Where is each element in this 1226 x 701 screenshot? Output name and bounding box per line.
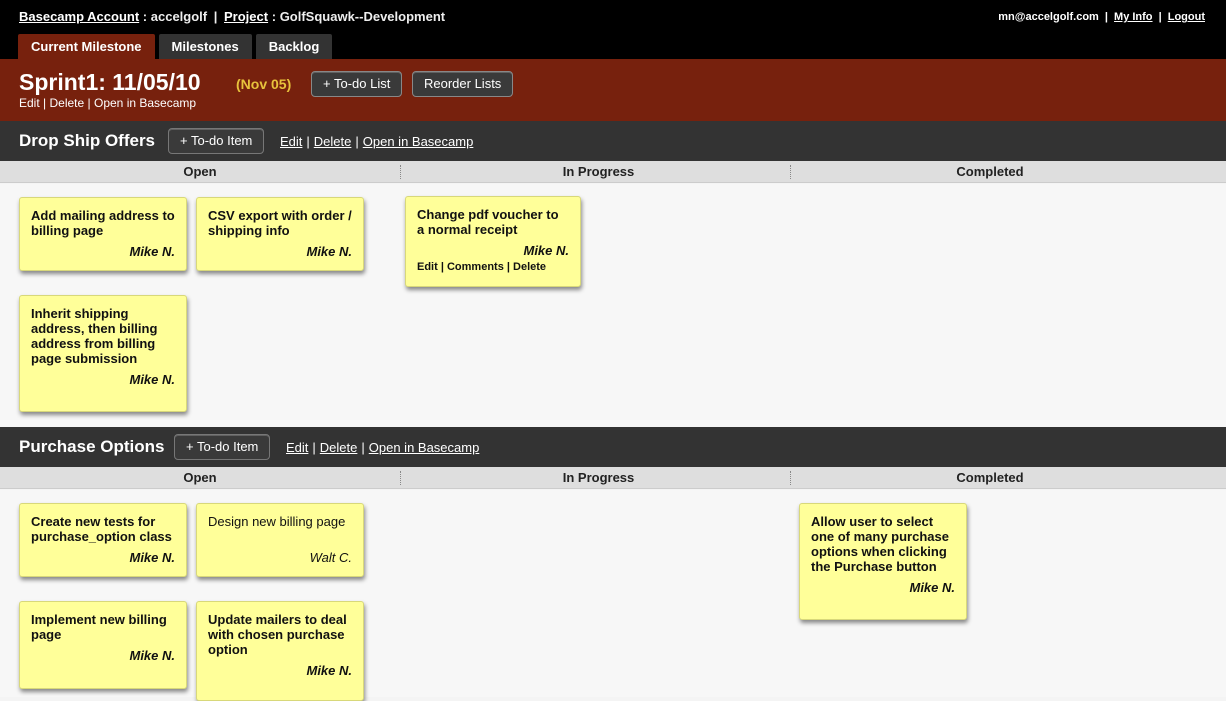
- separator: |: [312, 440, 316, 455]
- card-text: Update mailers to deal with chosen purch…: [208, 612, 347, 657]
- card-text: Design new billing page: [208, 514, 346, 529]
- card-edit-link[interactable]: Edit: [417, 261, 438, 273]
- todo-card[interactable]: Inherit shipping address, then billing a…: [19, 295, 187, 412]
- column-completed: Completed: [956, 470, 1024, 485]
- add-todo-item-button[interactable]: + To-do Item: [174, 434, 271, 460]
- card-text: CSV export with order / shipping info: [208, 208, 352, 238]
- card-owner: Mike N.: [129, 372, 175, 387]
- column-open: Open: [183, 164, 217, 179]
- card-delete-link[interactable]: Delete: [513, 261, 546, 273]
- card-owner: Mike N.: [306, 244, 352, 259]
- todo-card[interactable]: Add mailing address to billing page Mike…: [19, 197, 187, 271]
- separator: |: [213, 9, 218, 24]
- milestone-open-basecamp-link[interactable]: Open in Basecamp: [94, 96, 196, 110]
- project-link[interactable]: Project: [224, 9, 268, 24]
- card-owner: Mike N.: [523, 243, 569, 258]
- tab-current-milestone[interactable]: Current Milestone: [18, 34, 155, 59]
- separator: |: [1104, 11, 1108, 23]
- account-breadcrumb: Basecamp Account : accelgolf | Project :…: [19, 9, 445, 24]
- colon: :: [142, 9, 148, 24]
- separator: |: [506, 261, 510, 273]
- separator: |: [87, 96, 91, 110]
- column-open: Open: [183, 470, 217, 485]
- todo-list-actions: Edit | Delete | Open in Basecamp: [280, 134, 473, 149]
- reorder-lists-button[interactable]: Reorder Lists: [412, 71, 514, 97]
- todo-list-actions: Edit | Delete | Open in Basecamp: [286, 440, 479, 455]
- card-owner: Mike N.: [129, 244, 175, 259]
- column-headers: Open In Progress Completed: [0, 161, 1226, 183]
- list-delete-link[interactable]: Delete: [320, 440, 358, 455]
- column-completed: Completed: [956, 164, 1024, 179]
- top-bar: Basecamp Account : accelgolf | Project :…: [0, 0, 1226, 59]
- colon: :: [271, 9, 277, 24]
- list-delete-link[interactable]: Delete: [314, 134, 352, 149]
- separator: |: [306, 134, 310, 149]
- project-name: GolfSquawk--Development: [279, 9, 446, 24]
- add-todo-list-button[interactable]: + To-do List: [311, 71, 403, 97]
- basecamp-account-link[interactable]: Basecamp Account: [19, 9, 139, 24]
- add-todo-item-button[interactable]: + To-do Item: [168, 128, 265, 154]
- separator: |: [1158, 11, 1162, 23]
- todo-card[interactable]: CSV export with order / shipping info Mi…: [196, 197, 364, 271]
- card-actions: Edit | Comments | Delete: [417, 261, 569, 273]
- card-owner: Mike N.: [129, 550, 175, 565]
- todo-card[interactable]: Allow user to select one of many purchas…: [799, 503, 967, 620]
- swimlane: Create new tests for purchase_option cla…: [0, 490, 1226, 701]
- list-edit-link[interactable]: Edit: [286, 440, 308, 455]
- card-owner: Mike N.: [306, 663, 352, 678]
- tab-backlog[interactable]: Backlog: [255, 34, 333, 59]
- todo-card[interactable]: Design new billing page Walt C.: [196, 503, 364, 577]
- todo-card[interactable]: Implement new billing page Mike N.: [19, 601, 187, 689]
- card-owner: Walt C.: [309, 550, 352, 565]
- card-text: Add mailing address to billing page: [31, 208, 175, 238]
- user-menu: mn@accelgolf.com | My Info | Logout: [998, 11, 1205, 23]
- milestone-actions: Edit | Delete | Open in Basecamp: [19, 96, 196, 110]
- user-email: mn@accelgolf.com: [998, 11, 1099, 23]
- todo-list-header: Drop Ship Offers + To-do Item Edit | Delet…: [0, 121, 1226, 161]
- todo-card[interactable]: Update mailers to deal with chosen purch…: [196, 601, 364, 701]
- column-in-progress: In Progress: [562, 164, 635, 179]
- card-text: Implement new billing page: [31, 612, 167, 642]
- todo-card[interactable]: Change pdf voucher to a normal receipt M…: [405, 196, 581, 287]
- card-text: Allow user to select one of many purchas…: [811, 514, 949, 574]
- separator: |: [440, 261, 444, 273]
- milestone-header: Sprint1: 11/05/10 (Nov 05) + To-do List …: [0, 59, 1226, 121]
- tab-milestones[interactable]: Milestones: [158, 34, 252, 59]
- column-headers: Open In Progress Completed: [0, 467, 1226, 489]
- card-owner: Mike N.: [129, 648, 175, 663]
- card-owner: Mike N.: [909, 580, 955, 595]
- todo-list-name: Purchase Options: [19, 437, 165, 456]
- logout-link[interactable]: Logout: [1168, 11, 1205, 23]
- card-comments-link[interactable]: Comments: [447, 261, 504, 273]
- todo-list-header: Purchase Options + To-do Item Edit | Delet…: [0, 427, 1226, 467]
- milestone-date: (Nov 05): [236, 76, 292, 92]
- list-open-basecamp-link[interactable]: Open in Basecamp: [363, 134, 474, 149]
- my-info-link[interactable]: My Info: [1114, 11, 1153, 23]
- tab-bar: Current Milestone Milestones Backlog: [18, 34, 336, 59]
- milestone-delete-link[interactable]: Delete: [50, 96, 85, 110]
- swimlane: Add mailing address to billing page Mike…: [0, 184, 1226, 427]
- separator: |: [43, 96, 47, 110]
- milestone-title: Sprint1: 11/05/10: [19, 69, 201, 95]
- list-edit-link[interactable]: Edit: [280, 134, 302, 149]
- todo-card[interactable]: Create new tests for purchase_option cla…: [19, 503, 187, 577]
- separator: |: [355, 134, 359, 149]
- account-name: accelgolf: [150, 9, 208, 24]
- list-open-basecamp-link[interactable]: Open in Basecamp: [369, 440, 480, 455]
- card-text: Create new tests for purchase_option cla…: [31, 514, 172, 544]
- separator: |: [361, 440, 365, 455]
- column-in-progress: In Progress: [562, 470, 635, 485]
- card-text: Change pdf voucher to a normal receipt: [417, 207, 559, 237]
- milestone-edit-link[interactable]: Edit: [19, 96, 40, 110]
- card-text: Inherit shipping address, then billing a…: [31, 306, 158, 366]
- todo-list-name: Drop Ship Offers: [19, 131, 156, 150]
